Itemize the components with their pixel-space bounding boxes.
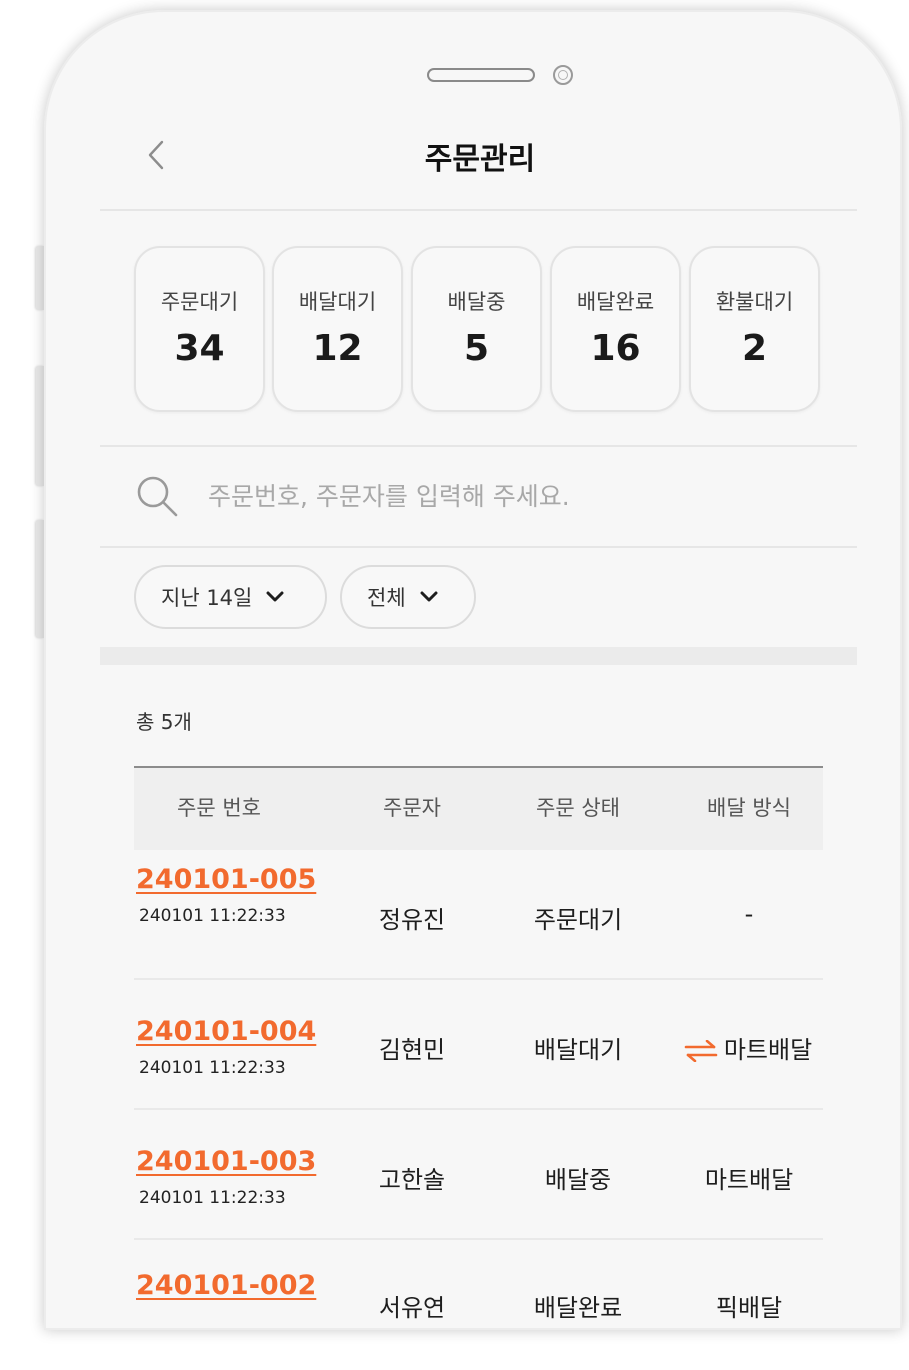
chevron-left-icon — [148, 140, 164, 170]
summary-divider — [100, 445, 857, 447]
chevron-down-icon — [266, 591, 284, 602]
stat-label: 주문대기 — [160, 290, 239, 314]
back-button[interactable] — [136, 132, 176, 178]
order-status: 배달대기 — [533, 1036, 623, 1064]
stat-value: 12 — [312, 328, 363, 369]
delivery-method: - — [744, 900, 754, 928]
stat-value: 5 — [463, 328, 490, 369]
customer-name: 김현민 — [378, 1036, 446, 1064]
table-row[interactable]: 240101-005 240101 11:22:33 정유진 주문대기 - — [134, 850, 823, 980]
stat-card-delivery-waiting[interactable]: 배달대기 12 — [272, 246, 403, 412]
speaker-grille — [427, 68, 535, 82]
stat-card-refund-waiting[interactable]: 환불대기 2 — [689, 246, 820, 412]
order-number-link[interactable]: 240101-004 — [136, 1016, 316, 1047]
search-icon — [137, 476, 178, 517]
stat-value: 2 — [741, 328, 768, 369]
stat-label: 환불대기 — [715, 290, 794, 314]
total-count: 총 5개 — [136, 710, 192, 734]
phone-side-button-1 — [36, 246, 44, 310]
page-title: 주문관리 — [424, 142, 536, 177]
table-row[interactable]: 240101-003 240101 11:22:33 고한솔 배달중 마트배달 — [134, 1110, 823, 1240]
table-row[interactable]: 240101-004 240101 11:22:33 김현민 배달대기 마트배달 — [134, 980, 823, 1110]
column-customer: 주문자 — [383, 796, 441, 820]
order-number-link[interactable]: 240101-005 — [136, 864, 316, 895]
stat-label: 배달중 — [447, 290, 506, 314]
swap-arrows-icon — [684, 1040, 718, 1062]
column-status: 주문 상태 — [536, 796, 620, 820]
period-filter-label: 지난 14일 — [161, 586, 253, 610]
delivery-method: 마트배달 — [704, 1166, 794, 1194]
stat-card-delivered[interactable]: 배달완료 16 — [550, 246, 681, 412]
column-delivery: 배달 방식 — [707, 796, 791, 820]
order-status: 배달완료 — [533, 1294, 623, 1322]
search-divider — [100, 546, 857, 548]
delivery-method-cell: 마트배달 — [664, 1030, 832, 1065]
header-divider — [100, 209, 857, 211]
stat-label: 배달완료 — [576, 290, 655, 314]
phone-side-button-3 — [36, 520, 44, 638]
chevron-down-icon — [420, 591, 438, 602]
customer-name: 서유연 — [378, 1294, 446, 1322]
order-time: 240101 11:22:33 — [139, 906, 286, 926]
search-input[interactable] — [206, 480, 810, 512]
order-time: 240101 11:22:33 — [139, 1058, 286, 1078]
stat-card-delivering[interactable]: 배달중 5 — [411, 246, 542, 412]
stat-value: 34 — [174, 328, 225, 369]
delivery-method: 픽배달 — [715, 1294, 783, 1322]
search-bar[interactable] — [134, 468, 814, 524]
order-status: 배달중 — [544, 1166, 612, 1194]
front-camera — [553, 65, 573, 85]
period-filter-dropdown[interactable]: 지난 14일 — [134, 565, 327, 629]
stat-label: 배달대기 — [298, 290, 377, 314]
status-filter-dropdown[interactable]: 전체 — [340, 565, 476, 629]
stat-card-order-waiting[interactable]: 주문대기 34 — [134, 246, 265, 412]
section-separator — [100, 647, 857, 665]
order-time: 240101 11:22:33 — [139, 1188, 286, 1208]
column-order-no: 주문 번호 — [177, 796, 261, 820]
phone-side-button-2 — [36, 366, 44, 486]
table-row[interactable]: 240101-002 서유연 배달완료 픽배달 — [134, 1240, 823, 1370]
order-number-link[interactable]: 240101-003 — [136, 1146, 316, 1177]
order-status: 주문대기 — [533, 906, 623, 934]
table-header: 주문 번호 주문자 주문 상태 배달 방식 — [134, 766, 823, 850]
stat-value: 16 — [590, 328, 641, 369]
customer-name: 정유진 — [378, 906, 446, 934]
status-filter-label: 전체 — [367, 586, 406, 610]
delivery-method: 마트배달 — [723, 1036, 813, 1064]
customer-name: 고한솔 — [378, 1166, 446, 1194]
order-number-link[interactable]: 240101-002 — [136, 1270, 316, 1301]
